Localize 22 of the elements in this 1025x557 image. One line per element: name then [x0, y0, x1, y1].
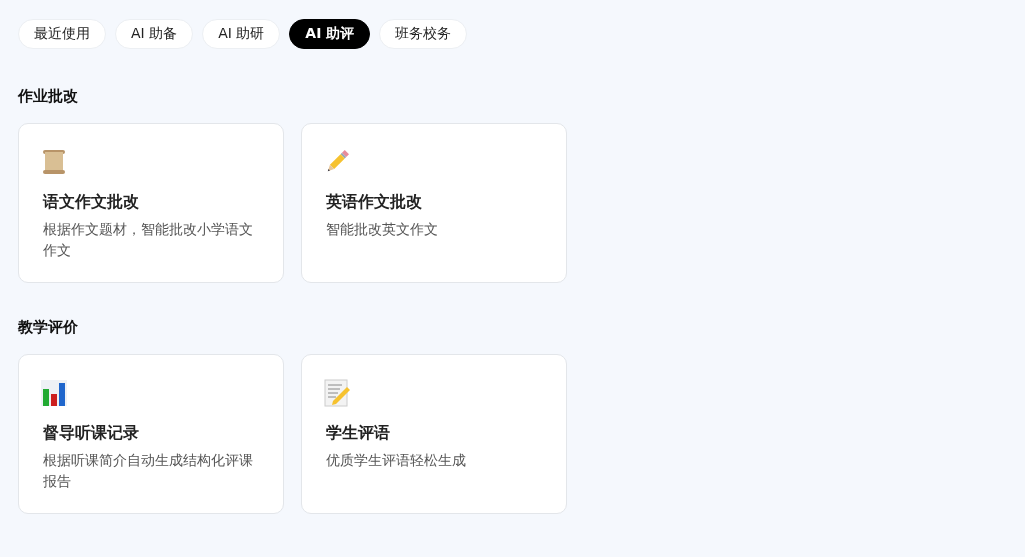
section-title: 教学评价 [18, 318, 79, 337]
card-description: 根据听课简介自动生成结构化评课报告 [43, 451, 254, 491]
tool-card[interactable]: 学生评语 优质学生评语轻松生成 [301, 354, 567, 514]
card-title: 学生评语 [326, 423, 391, 444]
bar-chart-icon [40, 379, 68, 407]
card-description: 优质学生评语轻松生成 [326, 451, 467, 470]
category-tab[interactable]: 班务校务 [379, 19, 468, 49]
tool-card[interactable]: 语文作文批改 根据作文题材，智能批改小学语文作文 [18, 123, 284, 283]
category-tab[interactable]: 最近使用 [18, 19, 106, 49]
card-title: 督导听课记录 [43, 423, 140, 444]
category-tab[interactable]: AI 助备 [115, 19, 194, 49]
card-description: 根据作文题材，智能批改小学语文作文 [43, 220, 254, 260]
category-tab[interactable]: AI 助评 [289, 19, 371, 49]
category-tab[interactable]: AI 助研 [202, 19, 281, 49]
tool-card[interactable]: 督导听课记录 根据听课简介自动生成结构化评课报告 [18, 354, 284, 514]
card-description: 智能批改英文作文 [326, 220, 439, 239]
card-title: 语文作文批改 [43, 192, 140, 213]
memo-icon [323, 379, 351, 407]
tool-card[interactable]: 英语作文批改 智能批改英文作文 [301, 123, 567, 283]
card-title: 英语作文批改 [326, 192, 423, 213]
section-title: 作业批改 [18, 87, 79, 106]
scroll-icon [40, 148, 68, 176]
